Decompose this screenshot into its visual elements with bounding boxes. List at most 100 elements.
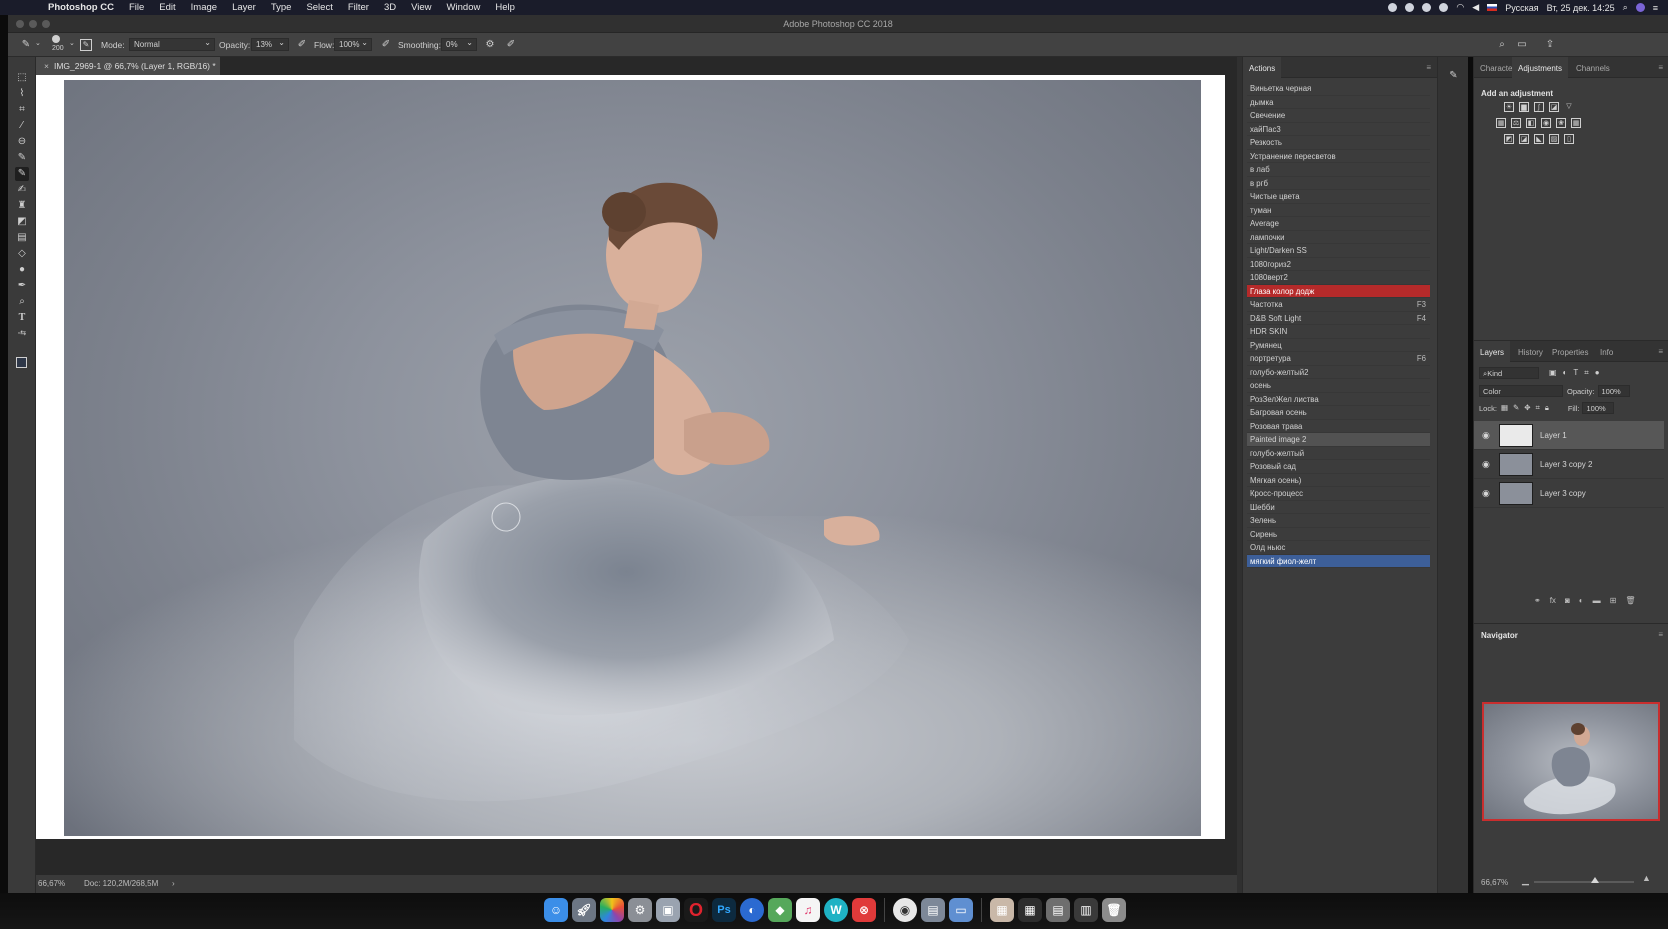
brush-settings-icon[interactable]: ✎ bbox=[80, 39, 92, 51]
black-white-icon[interactable]: ◧ bbox=[1526, 118, 1536, 128]
channel-mixer-icon[interactable]: ❀ bbox=[1556, 118, 1566, 128]
action-item[interactable]: голубо-желтый2 bbox=[1247, 366, 1430, 379]
history-brush-tool-icon[interactable]: ✍ bbox=[15, 183, 29, 197]
search-icon[interactable]: ⌕ bbox=[1496, 39, 1508, 51]
notification-center-icon[interactable]: ≡ bbox=[1653, 3, 1658, 13]
blur-tool-icon[interactable]: ◇ bbox=[15, 247, 29, 261]
action-item[interactable]: Виньетка черная bbox=[1247, 82, 1430, 96]
display-icon[interactable] bbox=[1439, 3, 1449, 12]
action-item[interactable]: Розовая трава bbox=[1247, 420, 1430, 433]
stack-icon[interactable]: ▤ bbox=[1046, 898, 1070, 922]
itunes-icon[interactable]: ♫ bbox=[796, 898, 820, 922]
posterize-icon[interactable]: ◪ bbox=[1519, 134, 1529, 144]
layer-style-icon[interactable]: fx bbox=[1550, 596, 1556, 605]
recent-document-icon[interactable]: ▦ bbox=[990, 898, 1014, 922]
action-item[interactable]: HDR SKIN bbox=[1247, 325, 1430, 339]
airbrush-icon[interactable]: ✐ bbox=[380, 39, 392, 51]
input-source[interactable]: Русская bbox=[1505, 3, 1538, 13]
new-group-icon[interactable]: ▬ bbox=[1593, 596, 1601, 605]
finder-icon[interactable]: ☺ bbox=[544, 898, 568, 922]
zoom-tool-icon[interactable]: ⌕ bbox=[15, 295, 29, 309]
recent-image-icon[interactable]: ▦ bbox=[1018, 898, 1042, 922]
visibility-eye-icon[interactable]: ◉ bbox=[1482, 459, 1490, 470]
action-item[interactable]: Сирень bbox=[1247, 528, 1430, 541]
app-menu[interactable]: Photoshop CC bbox=[48, 2, 114, 13]
system-preferences-icon[interactable]: ⚙ bbox=[628, 898, 652, 922]
action-item[interactable]: РозЗелЖел листва bbox=[1247, 393, 1430, 406]
threshold-icon[interactable]: ◣ bbox=[1534, 134, 1544, 144]
layer-filter-dropdown[interactable]: ⌕Kind bbox=[1479, 367, 1539, 379]
messenger-icon[interactable]: W bbox=[824, 898, 848, 922]
menu-filter[interactable]: Filter bbox=[348, 2, 369, 13]
eraser-tool-icon[interactable]: ◩ bbox=[15, 215, 29, 229]
color-balance-icon[interactable]: ⚖ bbox=[1511, 118, 1521, 128]
menu-window[interactable]: Window bbox=[447, 2, 481, 13]
action-item[interactable]: Розовый сад bbox=[1247, 460, 1430, 474]
action-item[interactable]: Багровая осень bbox=[1247, 406, 1430, 420]
tab-history[interactable]: History bbox=[1512, 341, 1549, 362]
brush-tool-icon[interactable]: ✎ bbox=[15, 167, 29, 181]
visibility-eye-icon[interactable]: ◉ bbox=[1482, 488, 1490, 499]
action-item[interactable]: D&B Soft Light F4 bbox=[1247, 312, 1430, 325]
visibility-eye-icon[interactable]: ◉ bbox=[1482, 430, 1490, 441]
opacity-field[interactable]: 13% bbox=[251, 38, 289, 51]
invert-icon[interactable]: ◩ bbox=[1504, 134, 1514, 144]
photo-canvas[interactable] bbox=[64, 80, 1201, 836]
brightness-contrast-icon[interactable]: ☀ bbox=[1504, 102, 1514, 112]
lock-icons[interactable]: ▦✎✥⌗🔒︎ bbox=[1501, 403, 1554, 413]
new-adjustment-layer-icon[interactable]: ◐ bbox=[1579, 596, 1584, 605]
navigator-zoom-slider[interactable] bbox=[1534, 877, 1634, 883]
status-menu-arrow-icon[interactable]: › bbox=[172, 879, 175, 888]
close-document-icon[interactable]: × bbox=[44, 61, 49, 71]
photoshop-icon[interactable]: Ps bbox=[712, 898, 736, 922]
healing-brush-tool-icon[interactable]: ⊖ bbox=[15, 135, 29, 149]
spotlight-icon[interactable]: ⌕ bbox=[1623, 2, 1628, 13]
action-item[interactable]: в ргб bbox=[1247, 177, 1430, 190]
documents-stack-icon[interactable]: ▥ bbox=[1074, 898, 1098, 922]
tab-channels[interactable]: Channels bbox=[1570, 57, 1616, 78]
menu-image[interactable]: Image bbox=[191, 2, 217, 13]
tab-layers[interactable]: Layers bbox=[1474, 341, 1511, 362]
gradient-tool-icon[interactable]: ▤ bbox=[15, 231, 29, 245]
brush-settings-panel-icon[interactable]: ✎ bbox=[1447, 69, 1460, 82]
image-capture-icon[interactable]: ▣ bbox=[656, 898, 680, 922]
smoothing-field[interactable]: 0% bbox=[441, 38, 477, 51]
panel-menu-icon[interactable]: ≡ bbox=[1658, 630, 1663, 639]
action-item[interactable]: туман bbox=[1247, 204, 1430, 217]
type-tool-icon[interactable]: T bbox=[15, 311, 29, 325]
trash-icon[interactable]: 🗑︎ bbox=[1102, 898, 1126, 922]
dodge-tool-icon[interactable]: ● bbox=[15, 263, 29, 277]
hue-saturation-icon[interactable]: ▦ bbox=[1496, 118, 1506, 128]
tab-info[interactable]: Info bbox=[1594, 341, 1619, 362]
clock[interactable]: Вт, 25 дек. 14:25 bbox=[1547, 3, 1615, 13]
action-item[interactable]: Light/Darken SS bbox=[1247, 244, 1430, 258]
menu-layer[interactable]: Layer bbox=[232, 2, 256, 13]
menu-view[interactable]: View bbox=[411, 2, 431, 13]
default-colors-icon[interactable]: ▫⇆ bbox=[15, 327, 29, 341]
layer-row[interactable]: ◉ Layer 3 copy bbox=[1474, 479, 1664, 508]
action-item[interactable]: Олд ньюс bbox=[1247, 541, 1430, 555]
action-item[interactable]: Кросс-процесс bbox=[1247, 487, 1430, 501]
navigator-zoom[interactable]: 66,67% bbox=[1481, 878, 1508, 887]
curves-icon[interactable]: ∫ bbox=[1534, 102, 1544, 112]
link-layers-icon[interactable]: ⚭ bbox=[1534, 596, 1541, 605]
action-item[interactable]: лампочки bbox=[1247, 231, 1430, 244]
new-layer-icon[interactable]: ⊞ bbox=[1610, 596, 1617, 605]
action-item[interactable]: дымка bbox=[1247, 96, 1430, 109]
panel-menu-icon[interactable]: ≡ bbox=[1658, 63, 1663, 72]
action-item[interactable]: Зелень bbox=[1247, 514, 1430, 528]
siri-icon[interactable] bbox=[1635, 3, 1645, 12]
action-item[interactable]: осень bbox=[1247, 379, 1430, 393]
pen-tool-icon[interactable]: ✒ bbox=[15, 279, 29, 293]
cloud-icon[interactable] bbox=[1405, 3, 1415, 12]
screenshot-folder-icon[interactable]: ▤ bbox=[921, 898, 945, 922]
app-store-icon[interactable]: ⊗ bbox=[852, 898, 876, 922]
selective-color-icon[interactable]: ▯ bbox=[1564, 134, 1574, 144]
brush-preview-icon[interactable] bbox=[52, 35, 60, 43]
chevron-down-icon[interactable]: ⌄ bbox=[35, 39, 41, 47]
volume-icon[interactable]: ◀ bbox=[1472, 2, 1479, 13]
layer-filter-icons[interactable]: ▣◐T⌗● bbox=[1549, 368, 1606, 378]
crop-tool-icon[interactable]: ⌗ bbox=[15, 103, 29, 117]
tab-properties[interactable]: Properties bbox=[1546, 341, 1594, 362]
layer-opacity-field[interactable]: 100% bbox=[1597, 385, 1630, 397]
